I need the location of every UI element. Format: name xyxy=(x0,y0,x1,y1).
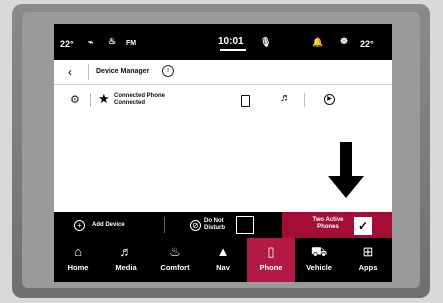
two-active-phones-label[interactable]: Two Active Phones xyxy=(308,217,348,231)
do-not-disturb-icon[interactable]: ⊘ xyxy=(190,220,201,231)
device-phone-label: Connected Phone xyxy=(114,93,166,99)
nav-apps[interactable]: ⊞ Apps xyxy=(344,238,392,282)
row-divider xyxy=(304,93,305,107)
options-divider xyxy=(164,217,165,233)
nav-label: Vehicle xyxy=(306,263,332,272)
back-button[interactable]: ‹ xyxy=(62,64,78,80)
header-divider xyxy=(88,64,89,80)
play-icon[interactable]: ▶ xyxy=(324,94,335,105)
temperature-left[interactable]: 22° xyxy=(60,39,74,49)
microphone-icon[interactable]: 🎙 xyxy=(260,37,271,47)
bottom-nav: ⌂ Home ♬ Media ♨ Comfort ▲ Nav ▯ Phone ⛟… xyxy=(54,238,392,282)
device-status: Connected xyxy=(114,100,146,106)
phone-icon[interactable] xyxy=(241,95,250,107)
nav-media[interactable]: ♬ Media xyxy=(102,238,150,282)
two-active-phones-checkbox[interactable]: ✓ xyxy=(354,217,372,235)
nav-label: Apps xyxy=(358,263,378,272)
row-divider xyxy=(90,93,91,107)
wifi-icon: ⌁ xyxy=(88,37,94,47)
add-device-button[interactable]: Add Device xyxy=(92,222,125,228)
temperature-right[interactable]: 22° xyxy=(360,39,374,49)
annotation-arrow-head xyxy=(328,176,364,198)
nav-home[interactable]: ⌂ Home xyxy=(54,238,102,282)
nav-label: Media xyxy=(115,263,137,272)
phone-icon: ▯ xyxy=(267,244,275,259)
do-not-disturb-checkbox[interactable] xyxy=(236,216,254,234)
status-bar: 22° ⌁ ♨ FM 10:01 🎙 🔔 ☸ 22° xyxy=(54,24,392,60)
seat-heat-icon: ♨ xyxy=(108,36,117,46)
nav-label: Home xyxy=(67,263,89,272)
page-header: ‹ Device Manager i xyxy=(54,60,392,85)
heated-wheel-icon[interactable]: ☸ xyxy=(340,36,348,46)
nav-label: Phone xyxy=(259,263,283,272)
music-icon: ♬ xyxy=(119,244,133,259)
device-row[interactable]: ⚙ ★ Connected Phone Connected ♬ ▶ xyxy=(54,86,392,114)
nav-vehicle[interactable]: ⛟ Vehicle xyxy=(295,238,343,282)
seat-icon: ♨ xyxy=(169,244,181,259)
add-icon[interactable]: + xyxy=(74,220,85,231)
navigation-icon: ▲ xyxy=(216,244,230,259)
home-icon: ⌂ xyxy=(74,244,82,259)
nav-label: Nav xyxy=(216,263,230,272)
car-icon: ⛟ xyxy=(310,244,328,259)
page-title: Device Manager xyxy=(96,68,150,75)
favorite-star-icon[interactable]: ★ xyxy=(98,91,110,107)
clock-underline xyxy=(220,49,246,51)
nav-nav[interactable]: ▲ Nav xyxy=(199,238,247,282)
info-icon[interactable]: i xyxy=(162,65,174,77)
radio-band: FM xyxy=(126,40,137,47)
options-bar: + Add Device ⊘ Do Not Disturb Two Active… xyxy=(54,212,392,238)
nav-comfort[interactable]: ♨ Comfort xyxy=(151,238,199,282)
nav-label: Comfort xyxy=(160,263,190,272)
notification-bell-icon[interactable]: 🔔 xyxy=(312,37,323,47)
music-icon[interactable]: ♬ xyxy=(280,92,291,104)
infotainment-screen: 22° ⌁ ♨ FM 10:01 🎙 🔔 ☸ 22° ‹ Device Mana… xyxy=(54,24,392,282)
apps-grid-icon: ⊞ xyxy=(362,244,374,259)
do-not-disturb-label[interactable]: Do Not Disturb xyxy=(204,218,234,232)
gear-icon[interactable]: ⚙ xyxy=(70,93,80,106)
nav-phone[interactable]: ▯ Phone xyxy=(247,238,295,282)
clock: 10:01 xyxy=(218,36,244,47)
annotation-arrow-shaft xyxy=(340,142,352,178)
